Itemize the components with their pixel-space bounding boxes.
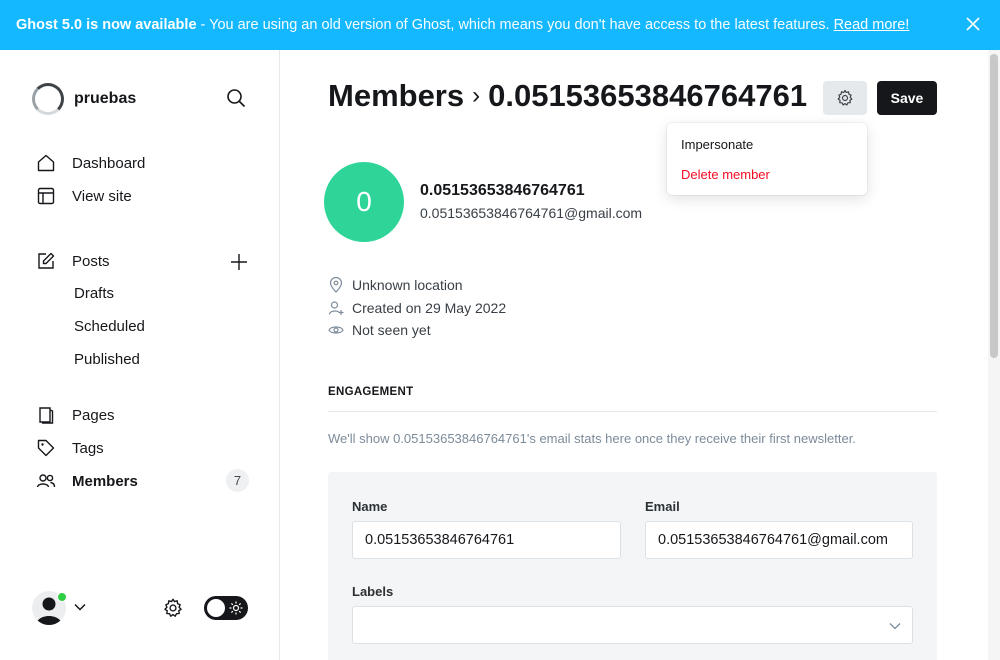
page-title: Members › 0.05153653846764761 <box>328 78 828 114</box>
site-logo <box>32 83 64 115</box>
nav-members-label: Members <box>72 472 138 490</box>
nav-dashboard[interactable]: Dashboard <box>36 153 145 173</box>
members-count-badge: 7 <box>226 469 249 492</box>
member-name: 0.05153653846764761 <box>420 182 585 199</box>
online-status-dot <box>57 592 67 602</box>
toggle-knob <box>207 599 225 617</box>
name-label: Name <box>352 499 388 514</box>
labels-label: Labels <box>352 584 394 599</box>
eye-icon <box>328 326 344 334</box>
nav-tags[interactable]: Tags <box>36 438 104 458</box>
banner-message: - You are using an old version of Ghost,… <box>200 17 830 33</box>
scrollbar-thumb[interactable] <box>990 54 998 358</box>
nav-scheduled[interactable]: Scheduled <box>74 318 145 335</box>
email-label: Email <box>645 499 680 514</box>
site-brand[interactable]: pruebas <box>32 83 136 115</box>
name-input[interactable]: 0.05153653846764761 <box>352 521 621 559</box>
banner-read-more-link[interactable]: Read more! <box>834 17 910 33</box>
scrollbar[interactable] <box>988 50 1000 660</box>
delete-member-menu-item[interactable]: Delete member <box>681 167 770 182</box>
gear-icon <box>837 89 853 106</box>
nav-drafts[interactable]: Drafts <box>74 285 114 302</box>
nav-posts[interactable]: Posts <box>36 251 110 271</box>
home-icon <box>37 154 55 172</box>
search-icon[interactable] <box>226 88 246 108</box>
banner-headline: Ghost 5.0 is now available <box>16 17 197 33</box>
member-avatar: 0 <box>324 162 404 242</box>
impersonate-menu-item[interactable]: Impersonate <box>681 137 753 152</box>
breadcrumb-root[interactable]: Members <box>328 78 464 114</box>
theme-toggle[interactable] <box>204 596 248 620</box>
sun-icon <box>229 601 243 615</box>
nav-members[interactable]: Members <box>36 471 138 491</box>
layout-icon <box>37 187 55 205</box>
nav-dashboard-label: Dashboard <box>72 154 146 172</box>
member-location-text: Unknown location <box>352 277 463 293</box>
nav-view-site-label: View site <box>72 187 132 205</box>
email-input[interactable]: 0.05153653846764761@gmail.com <box>645 521 913 559</box>
add-post-icon[interactable] <box>229 252 249 272</box>
main-content: Members › 0.05153653846764761 Save Imper… <box>280 50 988 660</box>
sidebar: pruebas Dashboard View site Posts Drafts… <box>0 50 280 660</box>
nav-published[interactable]: Published <box>74 351 140 368</box>
engagement-heading: ENGAGEMENT <box>328 386 414 398</box>
member-email: 0.05153653846764761@gmail.com <box>420 205 643 221</box>
member-actions-button[interactable] <box>823 81 867 115</box>
settings-gear-icon[interactable] <box>162 597 184 619</box>
nav-posts-label: Posts <box>72 252 110 270</box>
section-divider <box>328 411 937 412</box>
nav-pages-label: Pages <box>72 406 115 424</box>
nav-view-site[interactable]: View site <box>36 186 132 206</box>
update-banner: Ghost 5.0 is now available - You are usi… <box>0 0 1000 50</box>
member-last-seen: Not seen yet <box>328 322 431 338</box>
edit-icon <box>38 252 55 269</box>
tag-icon <box>37 439 55 457</box>
location-pin-icon <box>329 277 343 293</box>
members-icon <box>36 474 56 488</box>
member-last-seen-text: Not seen yet <box>352 322 431 338</box>
user-add-icon <box>328 301 344 315</box>
nav-pages[interactable]: Pages <box>36 405 115 425</box>
member-location: Unknown location <box>328 277 463 293</box>
nav-tags-label: Tags <box>72 439 104 457</box>
chevron-down-icon <box>889 623 901 630</box>
chevron-down-icon[interactable] <box>73 600 87 614</box>
member-created: Created on 29 May 2022 <box>328 300 506 316</box>
engagement-text: We'll show 0.05153653846764761's email s… <box>328 431 856 446</box>
site-name: pruebas <box>74 90 137 107</box>
breadcrumb-chevron-icon: › <box>472 82 481 109</box>
pages-icon <box>39 407 54 424</box>
breadcrumb-current: 0.05153653846764761 <box>488 78 808 113</box>
member-form: Name 0.05153653846764761 Email 0.0515365… <box>328 472 937 660</box>
close-icon[interactable] <box>964 15 982 33</box>
member-created-text: Created on 29 May 2022 <box>352 300 507 316</box>
save-button[interactable]: Save <box>877 81 937 115</box>
labels-select[interactable] <box>352 606 913 644</box>
member-actions-menu: Impersonate Delete member <box>667 123 867 195</box>
